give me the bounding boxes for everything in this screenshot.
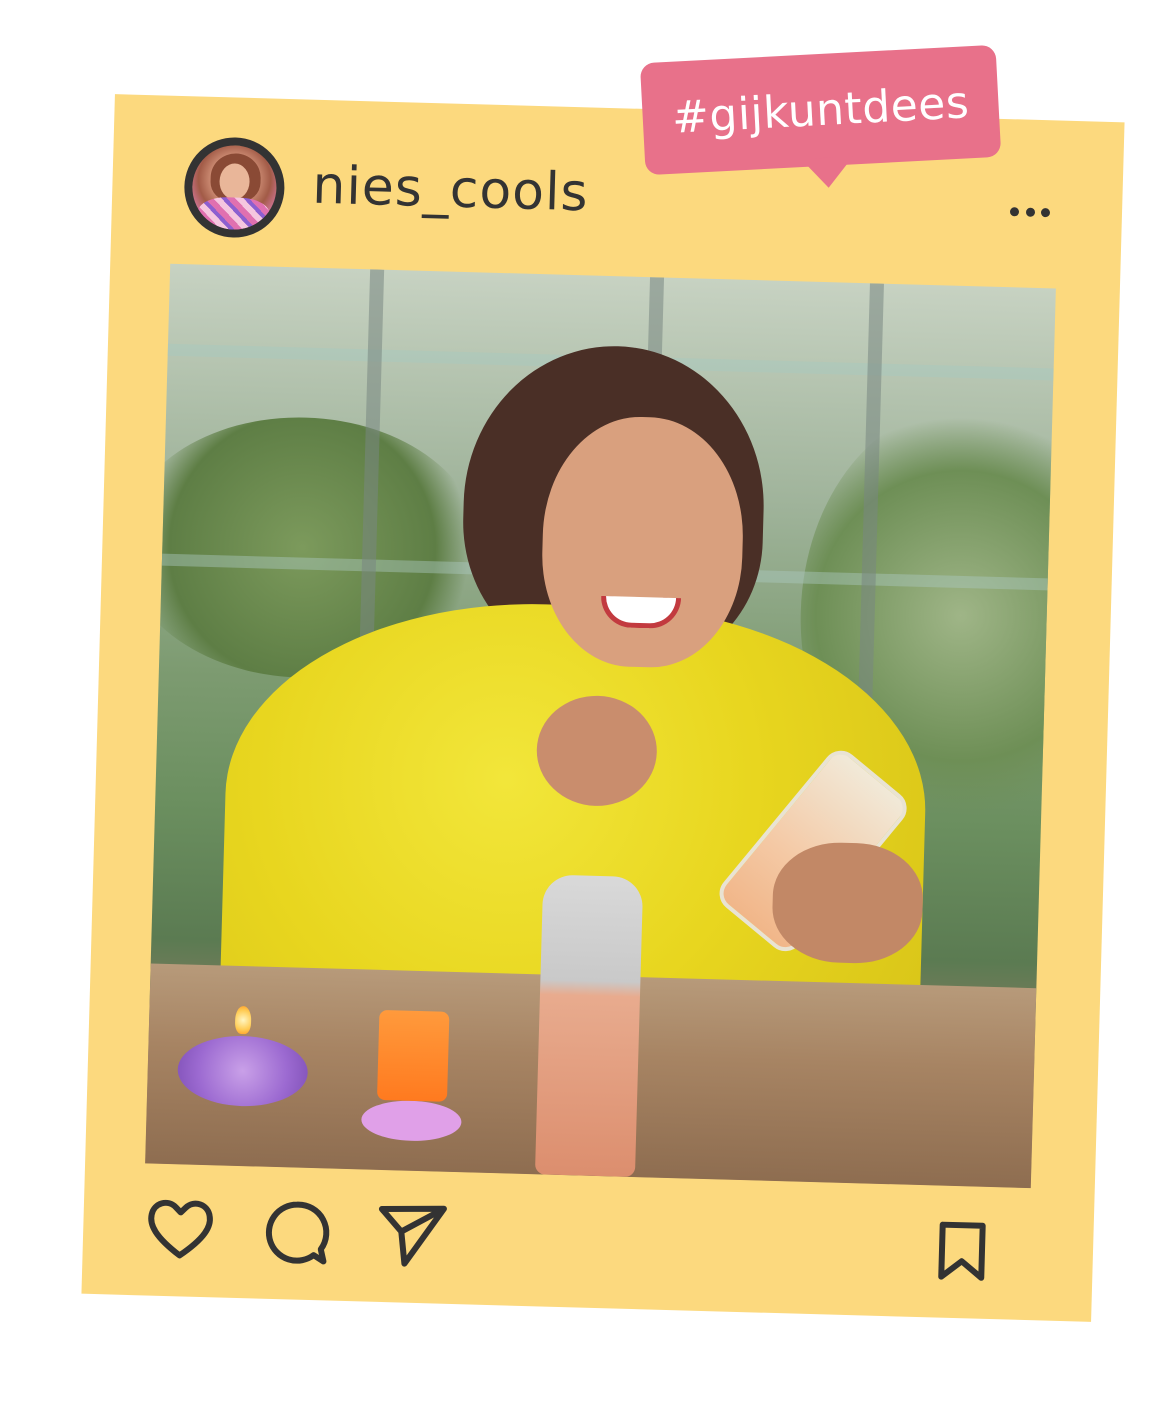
post-photo[interactable] — [145, 263, 1056, 1189]
profile-avatar[interactable] — [183, 136, 286, 239]
instagram-post-card: nies_cools — [81, 94, 1125, 1322]
photo-candle — [376, 1009, 450, 1102]
avatar-dress — [197, 196, 271, 239]
share-button[interactable] — [374, 1198, 450, 1274]
photo-bottle — [534, 874, 644, 1178]
hashtag-text[interactable]: #gijkuntdees — [671, 77, 971, 143]
photo-candle-flame — [234, 1005, 252, 1035]
save-button[interactable] — [924, 1213, 1000, 1289]
post-action-bar — [142, 1191, 1030, 1296]
more-dot — [1009, 206, 1020, 216]
hashtag-badge: #gijkuntdees — [639, 44, 1002, 191]
hashtag-badge-box: #gijkuntdees — [639, 44, 1002, 176]
send-icon — [378, 1205, 447, 1267]
hashtag-badge-tail — [801, 156, 855, 190]
more-dot — [1025, 207, 1035, 217]
like-button[interactable] — [142, 1191, 218, 1267]
more-dot — [1040, 207, 1051, 217]
bookmark-icon — [938, 1221, 986, 1281]
comment-icon — [265, 1201, 330, 1265]
more-options-icon[interactable] — [1009, 205, 1051, 218]
post-graphic: nies_cools #gijkuntdees — [0, 0, 1170, 1426]
photo-person-face — [539, 414, 747, 670]
photo-person-hand — [771, 840, 925, 965]
heart-icon — [148, 1199, 213, 1259]
username[interactable]: nies_cools — [312, 156, 590, 224]
comment-button[interactable] — [258, 1195, 334, 1271]
